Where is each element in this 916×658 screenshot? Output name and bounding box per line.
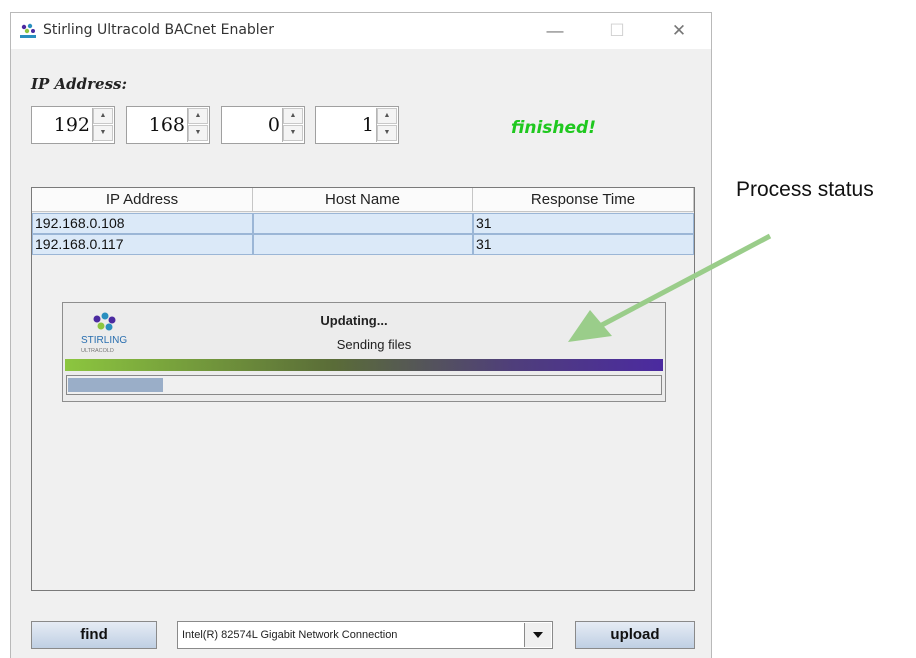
ip-octet-1-spinner[interactable]: 192 ▲ ▼	[31, 106, 115, 144]
spinner-arrows: ▲ ▼	[92, 108, 113, 142]
ip-octet-3-value[interactable]: 0	[268, 114, 280, 136]
spin-up-icon[interactable]: ▲	[93, 108, 113, 124]
ip-octet-3-spinner[interactable]: 0 ▲ ▼	[221, 106, 305, 144]
ip-octet-1-value[interactable]: 192	[54, 114, 90, 136]
brand-gradient-bar	[65, 359, 663, 371]
cell-ip-address[interactable]: 192.168.0.117	[32, 234, 253, 255]
table-header: IP Address Host Name Response Time	[32, 188, 694, 212]
maximize-icon[interactable]: ☐	[595, 17, 639, 45]
cell-ip-address[interactable]: 192.168.0.108	[32, 213, 253, 234]
find-button[interactable]: find	[31, 621, 157, 649]
column-header-host-name[interactable]: Host Name	[253, 188, 473, 212]
ip-octet-2-value[interactable]: 168	[149, 114, 185, 136]
network-adapter-select[interactable]: Intel(R) 82574L Gigabit Network Connecti…	[177, 621, 553, 649]
ip-octet-4-value[interactable]: 1	[362, 114, 374, 136]
spin-up-icon[interactable]: ▲	[188, 108, 208, 124]
ip-address-label: IP Address:	[31, 75, 128, 93]
stirling-logo-icon	[20, 23, 36, 38]
spin-down-icon[interactable]: ▼	[93, 125, 113, 141]
column-header-response-time[interactable]: Response Time	[473, 188, 694, 212]
dropdown-button[interactable]	[524, 623, 551, 647]
ip-octet-2-spinner[interactable]: 168 ▲ ▼	[126, 106, 210, 144]
chevron-down-icon	[533, 632, 543, 638]
status-text: finished!	[511, 118, 596, 138]
cell-host-name[interactable]	[253, 213, 473, 234]
upload-button[interactable]: upload	[575, 621, 695, 649]
close-icon[interactable]: ✕	[657, 17, 701, 45]
network-adapter-value: Intel(R) 82574L Gigabit Network Connecti…	[182, 629, 398, 641]
title-bar[interactable]: Stirling Ultracold BACnet Enabler — ☐ ✕	[11, 13, 711, 49]
spin-up-icon[interactable]: ▲	[283, 108, 303, 124]
ip-octet-4-spinner[interactable]: 1 ▲ ▼	[315, 106, 399, 144]
upload-progress-bar	[66, 375, 662, 395]
progress-fill	[68, 378, 163, 392]
spin-down-icon[interactable]: ▼	[188, 125, 208, 141]
spin-down-icon[interactable]: ▼	[283, 125, 303, 141]
spinner-arrows: ▲ ▼	[376, 108, 397, 142]
minimize-icon[interactable]: —	[533, 17, 577, 45]
process-status-annotation: Process status	[736, 178, 874, 201]
cell-host-name[interactable]	[253, 234, 473, 255]
spinner-arrows: ▲ ▼	[282, 108, 303, 142]
window-title: Stirling Ultracold BACnet Enabler	[43, 22, 275, 38]
spinner-arrows: ▲ ▼	[187, 108, 208, 142]
column-header-ip-address[interactable]: IP Address	[32, 188, 253, 212]
spin-up-icon[interactable]: ▲	[377, 108, 397, 124]
spin-down-icon[interactable]: ▼	[377, 125, 397, 141]
annotation-arrow-icon	[568, 233, 772, 342]
